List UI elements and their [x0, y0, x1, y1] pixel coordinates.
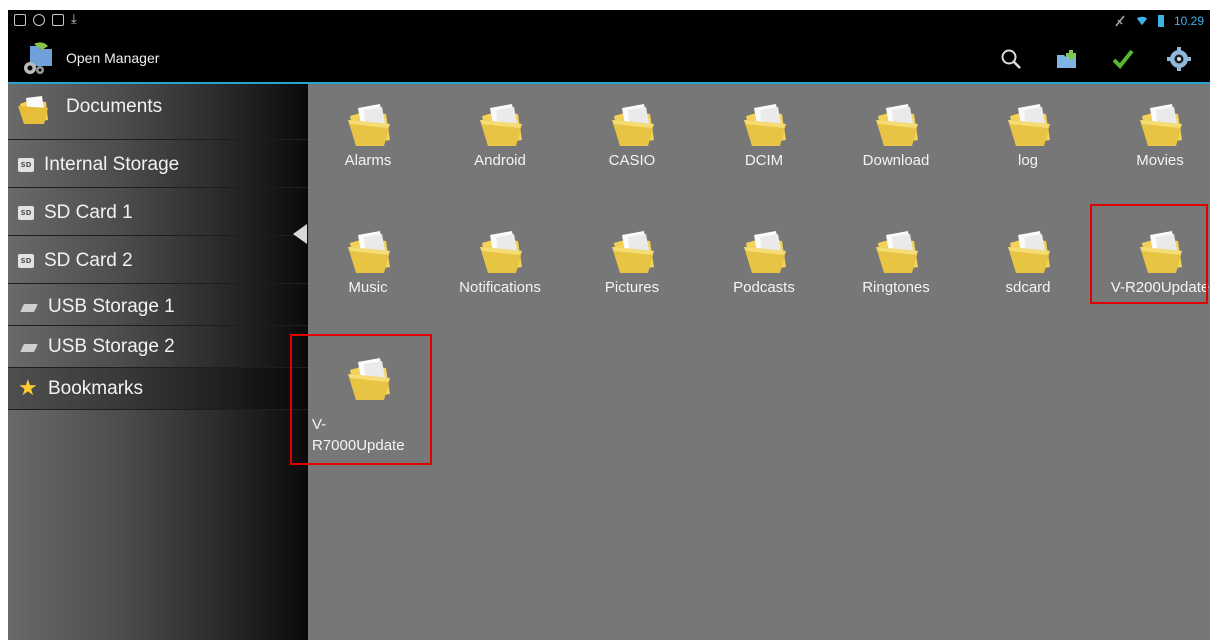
folder-name: Movies [1136, 152, 1184, 169]
folder-name: Android [474, 152, 526, 169]
folder-item[interactable]: CASIO [572, 90, 692, 190]
settings-icon [1167, 47, 1191, 71]
sidebar-item-internal-storage[interactable]: SD Internal Storage [8, 140, 308, 188]
folder-item[interactable]: Alarms [308, 90, 428, 190]
select-button[interactable] [1108, 44, 1138, 74]
folder-name: Music [348, 279, 388, 296]
app-title: Open Manager [66, 50, 160, 66]
folder-item[interactable]: Pictures [572, 217, 692, 317]
folder-icon [18, 96, 48, 124]
folder-item[interactable]: Notifications [440, 217, 560, 317]
star-icon: ★ [18, 375, 38, 400]
search-icon [1001, 49, 1021, 69]
folder-icon [876, 104, 918, 146]
folder-icon [1008, 231, 1050, 273]
folder-icon [744, 104, 786, 146]
folder-item[interactable]: Download [836, 90, 956, 190]
search-button[interactable] [996, 44, 1026, 74]
sd-card-icon: SD [18, 158, 34, 172]
sidebar-item-label: Bookmarks [48, 378, 144, 399]
usb-icon [20, 304, 38, 312]
folder-name: log [1017, 152, 1039, 169]
folder-item[interactable]: Android [440, 90, 560, 190]
folder-item[interactable]: DCIM [704, 90, 824, 190]
status-bar: ⤓ 10.29 [8, 10, 1210, 36]
folder-icon [1008, 104, 1050, 146]
highlight-box [1090, 204, 1208, 304]
clock: 10.29 [1173, 14, 1204, 28]
highlight-box [290, 334, 432, 465]
folder-icon [348, 104, 390, 146]
folder-name: CASIO [608, 152, 656, 169]
folder-item[interactable]: Movies [1100, 90, 1210, 190]
folder-name: sdcard [1005, 279, 1051, 296]
sidebar-item-label: Internal Storage [44, 154, 180, 175]
window-icon [52, 14, 64, 26]
folder-name: Ringtones [862, 279, 930, 296]
selection-indicator [293, 224, 307, 244]
app-logo-icon[interactable] [20, 40, 56, 76]
folder-icon [612, 231, 654, 273]
new-folder-button[interactable] [1052, 44, 1082, 74]
check-icon [1112, 49, 1134, 69]
sidebar-item-documents[interactable]: Documents [8, 84, 308, 140]
folder-item[interactable]: Podcasts [704, 217, 824, 317]
folder-name: Notifications [459, 279, 541, 296]
folder-icon [1140, 104, 1182, 146]
action-bar: Open Manager [8, 36, 1210, 84]
folder-name: Download [862, 152, 930, 169]
sidebar-item-label: Documents [66, 96, 163, 117]
folder-grid: Alarms Android CASIO DCIM Download log Movies M… [290, 84, 1210, 640]
folder-icon [744, 231, 786, 273]
folder-name: Alarms [344, 152, 392, 169]
sidebar-item-label: USB Storage 2 [48, 336, 175, 357]
sidebar-item-label: SD Card 1 [44, 202, 133, 223]
usb-icon [20, 344, 38, 352]
folder-icon [348, 231, 390, 273]
eye-icon [33, 14, 45, 26]
folder-item[interactable]: Music [308, 217, 428, 317]
folder-name: Pictures [604, 279, 660, 296]
sd-card-icon: SD [18, 206, 34, 220]
no-signal-icon [1115, 15, 1125, 27]
folder-name: DCIM [744, 152, 784, 169]
sidebar-item-label: SD Card 2 [44, 250, 133, 271]
folder-icon [876, 231, 918, 273]
folder-name: Podcasts [733, 279, 795, 296]
wifi-icon [1136, 16, 1148, 26]
sidebar-item-sd-card-2[interactable]: SD SD Card 2 [8, 236, 308, 284]
folder-item[interactable]: sdcard [968, 217, 1088, 317]
folder-item[interactable]: log [968, 90, 1088, 190]
folder-icon [612, 104, 654, 146]
sidebar-item-sd-card-1[interactable]: SD SD Card 1 [8, 188, 308, 236]
window-icon [14, 14, 26, 26]
folder-item[interactable]: Ringtones [836, 217, 956, 317]
tablet-screen: ⤓ 10.29 Open Manager Documents SD Intern… [8, 10, 1210, 640]
folder-icon [480, 104, 522, 146]
download-icon: ⤓ [71, 12, 77, 27]
folder-icon [480, 231, 522, 273]
sidebar-item-usb-storage-1[interactable]: USB Storage 1 [8, 284, 308, 326]
new-folder-icon [1057, 50, 1076, 68]
battery-icon [1157, 15, 1164, 27]
sidebar-item-bookmarks[interactable]: ★ Bookmarks [8, 368, 308, 410]
sidebar-item-usb-storage-2[interactable]: USB Storage 2 [8, 326, 308, 368]
sidebar-item-label: USB Storage 1 [48, 296, 175, 317]
sidebar: Documents SD Internal Storage SD SD Card… [8, 84, 308, 640]
settings-button[interactable] [1164, 44, 1194, 74]
sd-card-icon: SD [18, 254, 34, 268]
